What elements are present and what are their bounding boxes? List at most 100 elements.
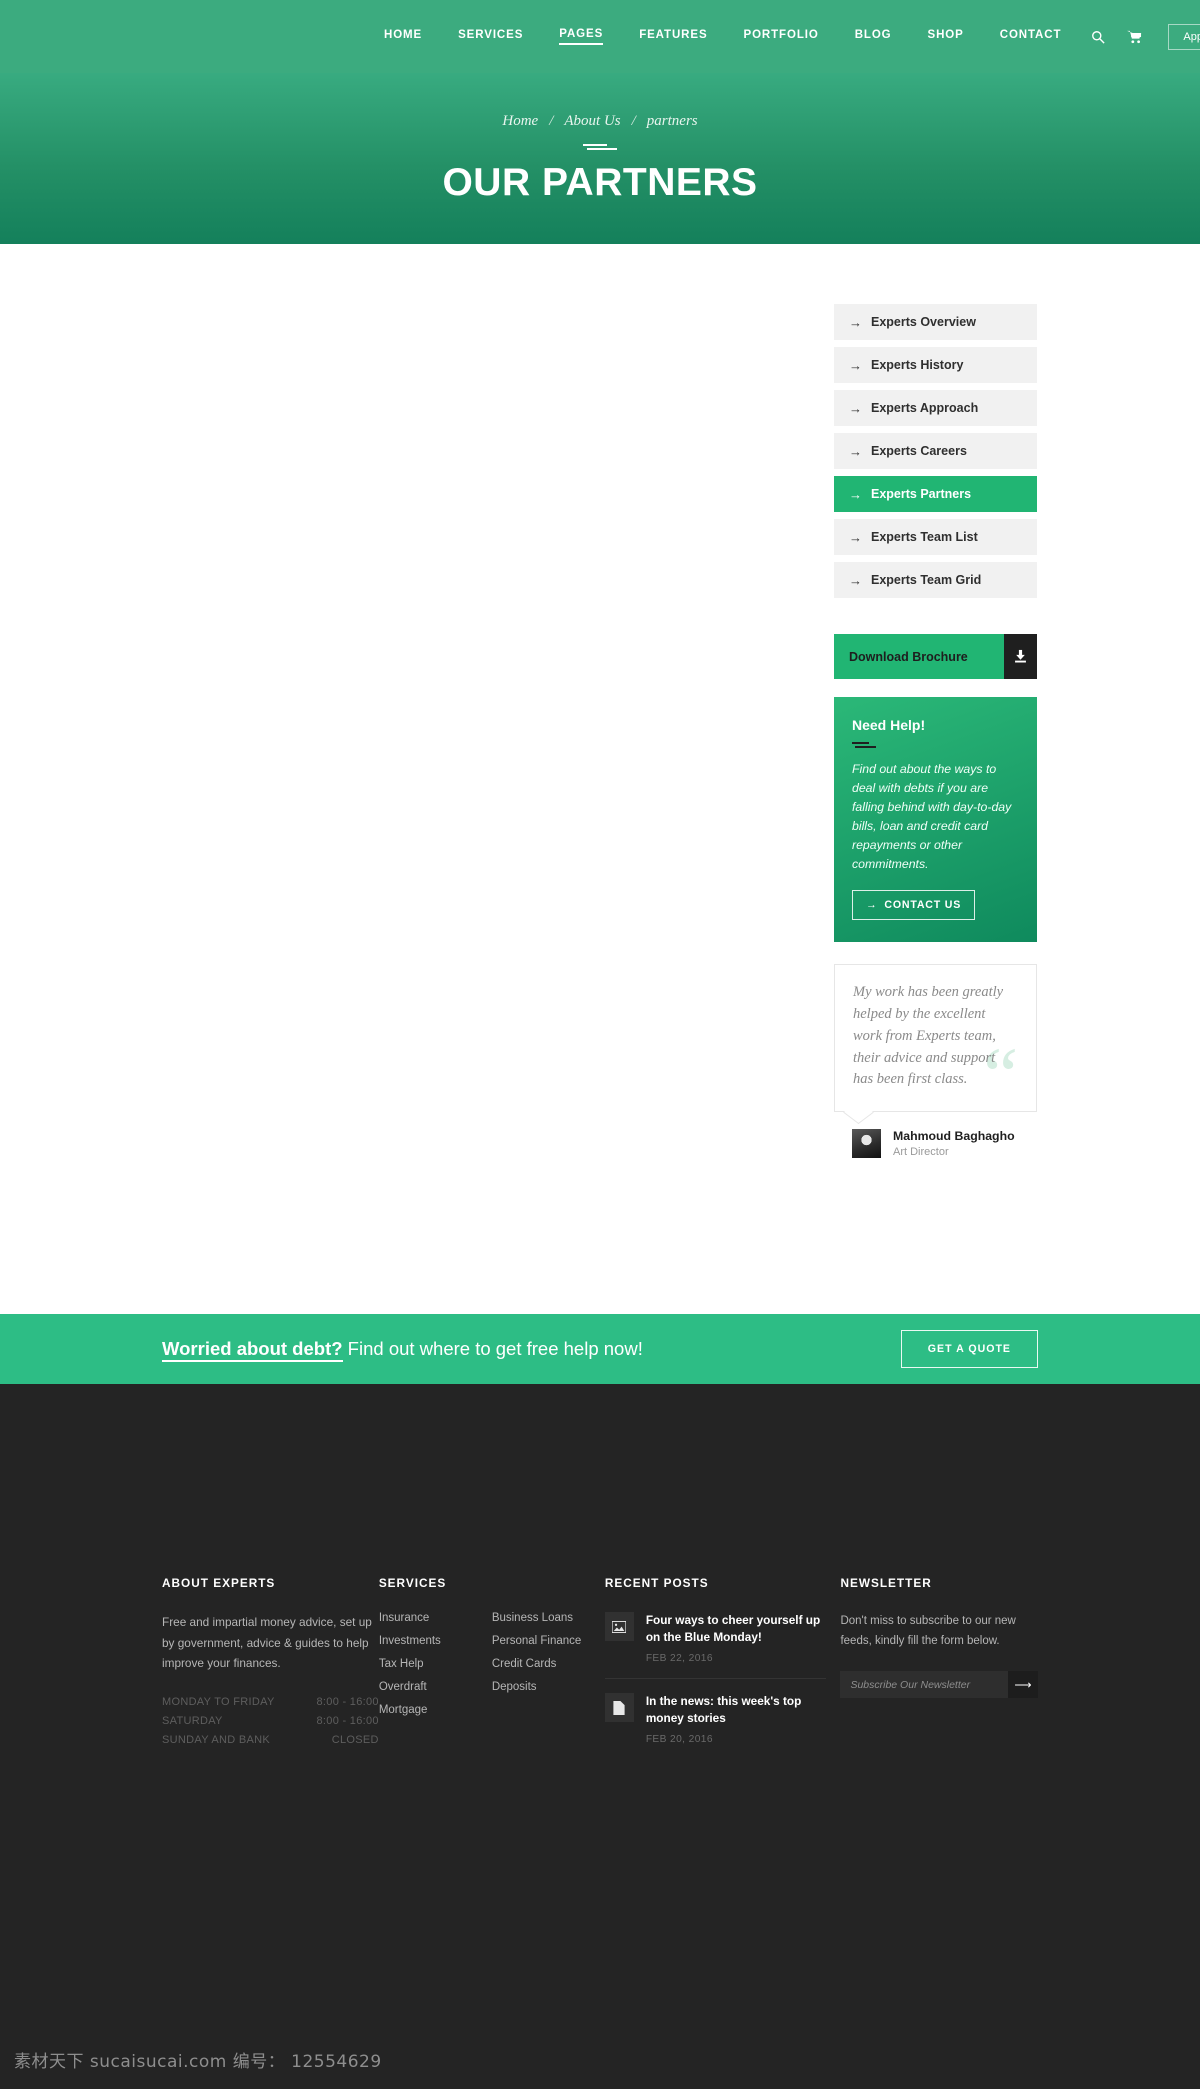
recent-post-date: FEB 20, 2016 [645, 1734, 713, 1746]
service-link[interactable]: Overdraft [379, 1681, 492, 1693]
footer-about-text: Free and impartial money advice, set up … [162, 1615, 372, 1671]
testimonial-widget: “ My work has been greatly helped by the… [834, 964, 1037, 1159]
footer-newsletter-column: NEWSLETTER Don't miss to subscribe to ou… [840, 1576, 1038, 1773]
header-icons [1091, 30, 1142, 44]
sidebar-item-experts-approach[interactable]: → Experts Approach [834, 390, 1037, 426]
testimonial-author-name: Mahmoud Baghagho [893, 1129, 1015, 1144]
need-help-divider-icon [852, 742, 876, 748]
cta-banner: Worried about debt? Find out where to ge… [0, 1314, 1200, 1384]
document-icon [604, 1693, 634, 1723]
testimonial-author-block: Mahmoud Baghagho Art Director [834, 1129, 1037, 1159]
service-link[interactable]: Tax Help [379, 1658, 492, 1670]
nav-item-pages[interactable]: PAGES [559, 28, 604, 45]
newsletter-submit-button[interactable]: ⟶ [1008, 1671, 1038, 1699]
newsletter-input[interactable] [840, 1671, 1008, 1699]
recent-post-item[interactable]: Four ways to cheer yourself up on the Bl… [604, 1612, 827, 1680]
footer-services-heading: SERVICES [378, 1576, 447, 1590]
content-area [0, 304, 800, 1314]
download-icon [1004, 634, 1037, 679]
footer-about-column: ABOUT EXPERTS Free and impartial money a… [162, 1576, 379, 1773]
nav-item-blog[interactable]: BLOG [855, 29, 892, 44]
recent-post-date: FEB 22, 2016 [645, 1653, 713, 1665]
arrow-right-icon: → [849, 529, 862, 545]
service-link[interactable]: Credit Cards [492, 1658, 605, 1670]
contact-us-button[interactable]: → CONTACT US [852, 890, 976, 921]
cart-icon[interactable] [1127, 30, 1142, 44]
arrow-right-icon: → [849, 443, 862, 459]
sidebar: → Experts Overview → Experts History → E… [834, 304, 1037, 1314]
nav-item-contact[interactable]: CONTACT [1000, 29, 1062, 44]
hours-row: MONDAY TO FRIDAY 8:00 - 16:00 [162, 1696, 379, 1708]
sidebar-item-experts-partners[interactable]: → Experts Partners [834, 476, 1037, 512]
hero-divider-icon [583, 143, 617, 151]
nav-item-services[interactable]: SERVICES [458, 29, 523, 44]
download-brochure-button[interactable]: Download Brochure [834, 634, 1037, 679]
breadcrumb-about-us[interactable]: About Us [564, 113, 620, 130]
service-link[interactable]: Personal Finance [492, 1635, 605, 1647]
service-link[interactable]: Deposits [492, 1681, 605, 1693]
watermark: 素材天下 sucaisucai.com 编号： 12554629 [14, 2052, 382, 2072]
need-help-widget: Need Help! Find out about the ways to de… [834, 697, 1037, 943]
arrow-right-icon: → [849, 572, 862, 588]
site-header: HOME SERVICES PAGES FEATURES PORTFOLIO B… [0, 0, 1200, 73]
arrow-right-icon: → [849, 357, 862, 373]
cta-rest-text: Find out where to get free help now! [342, 1338, 643, 1359]
testimonial-quote: My work has been greatly helped by the e… [853, 984, 1004, 1088]
service-link[interactable]: Insurance [379, 1612, 492, 1624]
sidebar-item-experts-team-list[interactable]: → Experts Team List [834, 519, 1037, 555]
appointment-area: Appointment! [1168, 23, 1200, 50]
nav-item-features[interactable]: FEATURES [639, 29, 707, 44]
sidebar-item-label: Experts Approach [871, 401, 979, 415]
service-link[interactable]: Investments [379, 1635, 492, 1647]
hours-day: MONDAY TO FRIDAY [162, 1695, 275, 1708]
nav-item-home[interactable]: HOME [384, 29, 422, 44]
breadcrumb-separator: / [549, 112, 554, 129]
get-a-quote-button[interactable]: GET A QUOTE [900, 1330, 1038, 1368]
sidebar-item-label: Experts Team Grid [871, 573, 982, 587]
breadcrumb-separator: / [631, 112, 636, 129]
sidebar-item-experts-overview[interactable]: → Experts Overview [834, 304, 1037, 340]
footer-hours-list: MONDAY TO FRIDAY 8:00 - 16:00 SATURDAY 8… [162, 1696, 379, 1746]
arrow-right-icon: → [866, 899, 878, 912]
footer-services-column: SERVICES Insurance Investments Tax Help … [379, 1576, 605, 1773]
hours-row: SATURDAY 8:00 - 16:00 [162, 1715, 379, 1727]
testimonial-bubble: “ My work has been greatly helped by the… [834, 964, 1037, 1114]
contact-us-label: CONTACT US [884, 899, 962, 912]
services-list-primary: Insurance Investments Tax Help Overdraft… [379, 1612, 492, 1727]
service-link[interactable]: Business Loans [492, 1612, 605, 1624]
sidebar-item-experts-team-grid[interactable]: → Experts Team Grid [834, 562, 1037, 598]
recent-post-title[interactable]: In the news: this week's top money stori… [646, 1693, 827, 1727]
recent-post-title[interactable]: Four ways to cheer yourself up on the Bl… [646, 1612, 827, 1646]
page-title: OUR PARTNERS [442, 160, 758, 204]
sidebar-item-experts-history[interactable]: → Experts History [834, 347, 1037, 383]
newsletter-description: Don't miss to subscribe to our new feeds… [840, 1615, 1016, 1647]
arrow-right-icon: → [849, 486, 862, 502]
sidebar-item-label: Experts History [871, 358, 964, 372]
sidebar-item-experts-careers[interactable]: → Experts Careers [834, 433, 1037, 469]
recent-post-item[interactable]: In the news: this week's top money stori… [604, 1693, 827, 1759]
hours-row: SUNDAY AND BANK CLOSED [162, 1734, 379, 1746]
footer-columns: ABOUT EXPERTS Free and impartial money a… [0, 1576, 1200, 1773]
cta-text: Worried about debt? Find out where to ge… [162, 1338, 643, 1362]
image-icon [604, 1612, 634, 1641]
hours-time: CLOSED [331, 1733, 379, 1746]
breadcrumb: Home / About Us / partners [502, 113, 697, 130]
avatar [852, 1129, 881, 1159]
service-link[interactable]: Mortgage [379, 1704, 492, 1716]
main-content: → Experts Overview → Experts History → E… [0, 244, 1200, 1314]
breadcrumb-home[interactable]: Home [502, 113, 538, 130]
footer-newsletter-heading: NEWSLETTER [840, 1576, 932, 1590]
page-hero: Home / About Us / partners OUR PARTNERS [0, 73, 1200, 244]
footer-posts-heading: RECENT POSTS [604, 1576, 709, 1590]
hours-day: SUNDAY AND BANK [162, 1733, 271, 1746]
brochure-label: Download Brochure [849, 649, 968, 664]
hours-time: 8:00 - 16:00 [316, 1714, 379, 1727]
nav-item-shop[interactable]: SHOP [928, 29, 964, 44]
search-icon[interactable] [1091, 30, 1106, 44]
main-navigation: HOME SERVICES PAGES FEATURES PORTFOLIO B… [384, 28, 1061, 45]
sidebar-item-label: Experts Partners [871, 487, 972, 501]
appointment-button[interactable]: Appointment! [1168, 23, 1200, 50]
nav-item-portfolio[interactable]: PORTFOLIO [744, 29, 819, 44]
cta-bold-text: Worried about debt? [162, 1338, 343, 1362]
sidebar-item-label: Experts Careers [871, 444, 967, 458]
